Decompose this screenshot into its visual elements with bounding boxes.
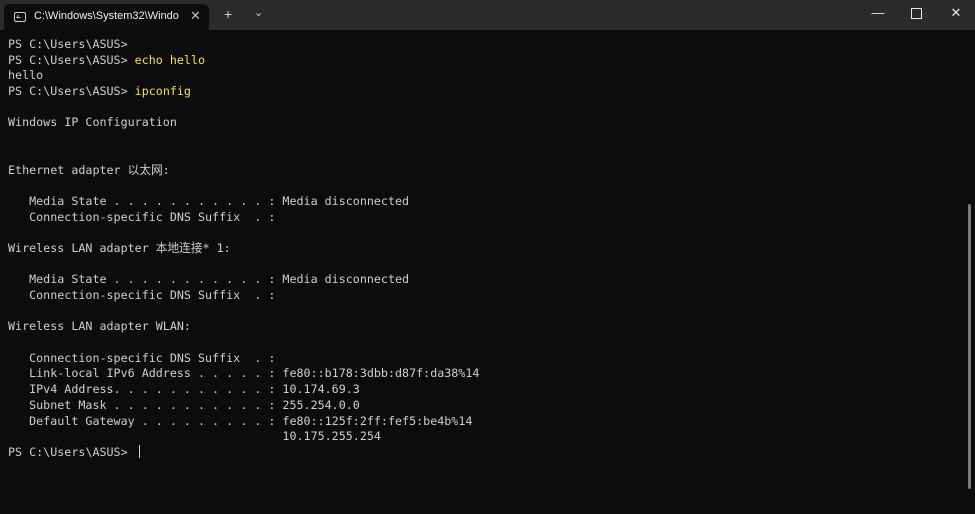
terminal-output[interactable]: PS C:\Users\ASUS> PS C:\Users\ASUS> echo … [8, 37, 958, 507]
scrollbar[interactable] [968, 204, 971, 489]
output-line: Media State . . . . . . . . . . . : Medi… [8, 272, 410, 287]
minimize-button[interactable]: — [860, 2, 896, 26]
command-text: echo hello [134, 52, 206, 67]
output-line: Wireless LAN adapter 本地连接* 1: [8, 240, 231, 255]
output-line: Windows IP Configuration [8, 115, 177, 130]
output-line: IPv4 Address. . . . . . . . . . . : 10.1… [8, 382, 360, 397]
terminal-icon [14, 12, 26, 22]
prompt-line: PS C:\Users\ASUS> [8, 444, 958, 461]
new-tab-button[interactable]: + [224, 6, 232, 22]
prompt-text: PS C:\Users\ASUS> [8, 444, 135, 459]
tab-title: C:\Windows\System32\Windo [34, 10, 179, 22]
output-line: hello [8, 68, 44, 83]
title-bar: C:\Windows\System32\Windo ✕ + ⌄ — ✕ [0, 0, 975, 30]
maximize-button[interactable] [898, 2, 934, 26]
prompt-line: PS C:\Users\ASUS> [8, 37, 958, 53]
output-line: Connection-specific DNS Suffix . : [8, 288, 276, 302]
output-line: Wireless LAN adapter WLAN: [8, 319, 191, 334]
prompt-line: PS C:\Users\ASUS> echo hello [8, 53, 958, 69]
command-text: ipconfig [134, 84, 191, 99]
prompt-text: PS C:\Users\ASUS> [8, 37, 128, 51]
prompt-line: PS C:\Users\ASUS> ipconfig [8, 84, 958, 100]
output-line: Default Gateway . . . . . . . . . : fe80… [8, 413, 473, 428]
output-line: Connection-specific DNS Suffix . : [8, 350, 276, 365]
output-line: 10.175.255.254 [8, 429, 381, 444]
prompt-text: PS C:\Users\ASUS> [8, 84, 135, 99]
prompt-text: PS C:\Users\ASUS> [8, 52, 135, 67]
output-line: Media State . . . . . . . . . . . : Medi… [8, 193, 410, 208]
output-line: Subnet Mask . . . . . . . . . . . : 255.… [8, 397, 360, 412]
close-button[interactable]: ✕ [938, 2, 974, 26]
tab-dropdown-icon[interactable]: ⌄ [254, 6, 263, 19]
output-line: Connection-specific DNS Suffix . : [8, 209, 276, 224]
tab-close-icon[interactable]: ✕ [190, 8, 201, 24]
terminal-tab[interactable]: C:\Windows\System32\Windo ✕ [4, 4, 209, 30]
maximize-icon [910, 8, 922, 20]
terminal-window: C:\Windows\System32\Windo ✕ + ⌄ — ✕ PS C… [0, 0, 975, 514]
text-cursor [138, 444, 140, 458]
output-line: Link-local IPv6 Address . . . . . : fe80… [8, 366, 480, 381]
output-line: Ethernet adapter 以太网: [8, 162, 170, 177]
